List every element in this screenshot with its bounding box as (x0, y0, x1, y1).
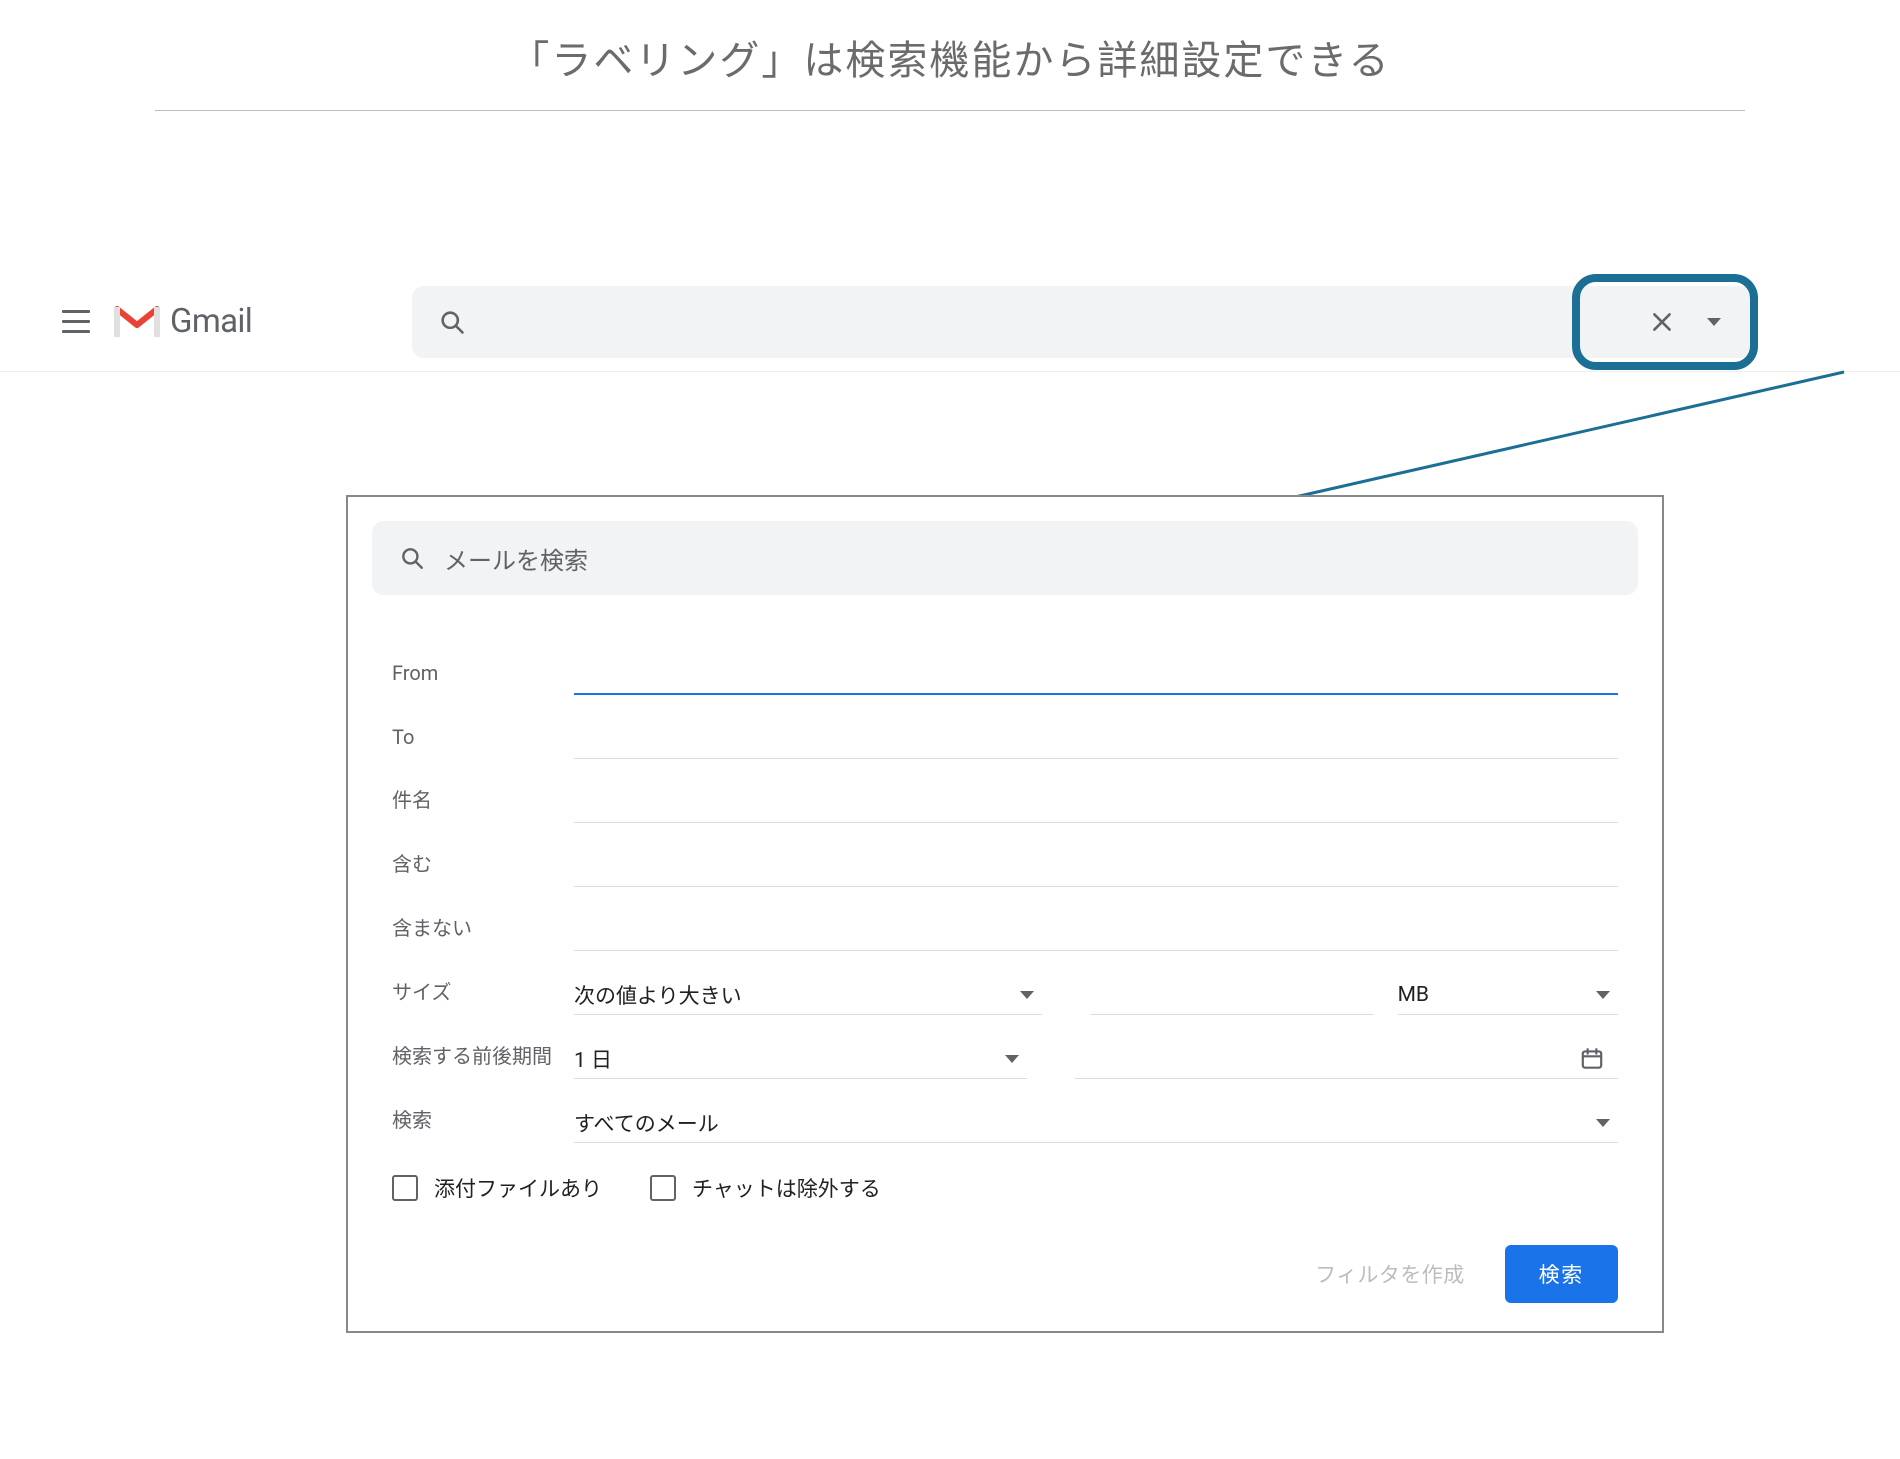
gmail-logo-text: Gmail (170, 302, 252, 341)
subject-label: 件名 (392, 784, 574, 823)
chevron-down-icon (1005, 1055, 1019, 1063)
excludes-label: 含まない (392, 912, 574, 951)
search-in-label: 検索 (392, 1104, 574, 1143)
exclude-chats-checkbox[interactable]: チャットは除外する (650, 1173, 881, 1203)
has-attachment-checkbox[interactable]: 添付ファイルあり (392, 1173, 602, 1203)
from-label: From (392, 661, 574, 695)
to-input[interactable] (574, 719, 1618, 759)
page-caption: 「ラベリング」は検索機能から詳細設定できる (0, 0, 1900, 110)
date-range-value: 1 日 (574, 1044, 612, 1074)
popup-search-placeholder: メールを検索 (444, 541, 588, 576)
has-attachment-label: 添付ファイルあり (434, 1173, 602, 1203)
checkbox-icon (392, 1175, 418, 1201)
to-label: To (392, 725, 574, 759)
search-bar[interactable] (412, 286, 1752, 358)
advanced-search-popup: メールを検索 From To 件名 含む 含まない サイズ 次の値より大きい (346, 495, 1664, 1333)
gmail-header: Gmail (0, 272, 1900, 372)
checkbox-icon (650, 1175, 676, 1201)
search-in-select[interactable]: すべてのメール (574, 1103, 1618, 1143)
clear-search-icon[interactable] (1638, 298, 1686, 346)
search-button[interactable]: 検索 (1505, 1245, 1618, 1303)
chevron-down-icon (1020, 991, 1034, 999)
includes-label: 含む (392, 848, 574, 887)
date-range-label: 検索する前後期間 (392, 1040, 574, 1079)
search-in-value: すべてのメール (574, 1108, 719, 1138)
calendar-icon[interactable] (1574, 1041, 1610, 1077)
includes-input[interactable] (574, 847, 1618, 887)
popup-search-header[interactable]: メールを検索 (372, 521, 1638, 595)
exclude-chats-label: チャットは除外する (692, 1173, 881, 1203)
size-unit-select[interactable]: MB (1398, 975, 1618, 1015)
menu-icon[interactable] (56, 302, 96, 342)
size-comparator-select[interactable]: 次の値より大きい (574, 975, 1042, 1015)
chevron-down-icon (1596, 991, 1610, 999)
search-icon[interactable] (426, 296, 478, 348)
size-unit-value: MB (1398, 983, 1429, 1007)
size-value-input[interactable] (1090, 975, 1373, 1015)
create-filter-button[interactable]: フィルタを作成 (1315, 1259, 1465, 1289)
caption-divider (155, 110, 1745, 111)
size-label: サイズ (392, 976, 574, 1015)
search-options-dropdown-icon[interactable] (1690, 298, 1738, 346)
subject-input[interactable] (574, 783, 1618, 823)
excludes-input[interactable] (574, 911, 1618, 951)
chevron-down-icon (1596, 1119, 1610, 1127)
annotation-connector (1280, 370, 1900, 510)
search-input[interactable] (478, 308, 1638, 336)
from-input[interactable] (574, 655, 1618, 695)
gmail-logo[interactable]: Gmail (114, 302, 252, 341)
date-range-select[interactable]: 1 日 (574, 1039, 1027, 1079)
gmail-logo-icon (114, 304, 160, 340)
search-icon[interactable] (390, 536, 434, 580)
size-comparator-value: 次の値より大きい (574, 980, 742, 1010)
date-input[interactable] (1075, 1039, 1618, 1079)
